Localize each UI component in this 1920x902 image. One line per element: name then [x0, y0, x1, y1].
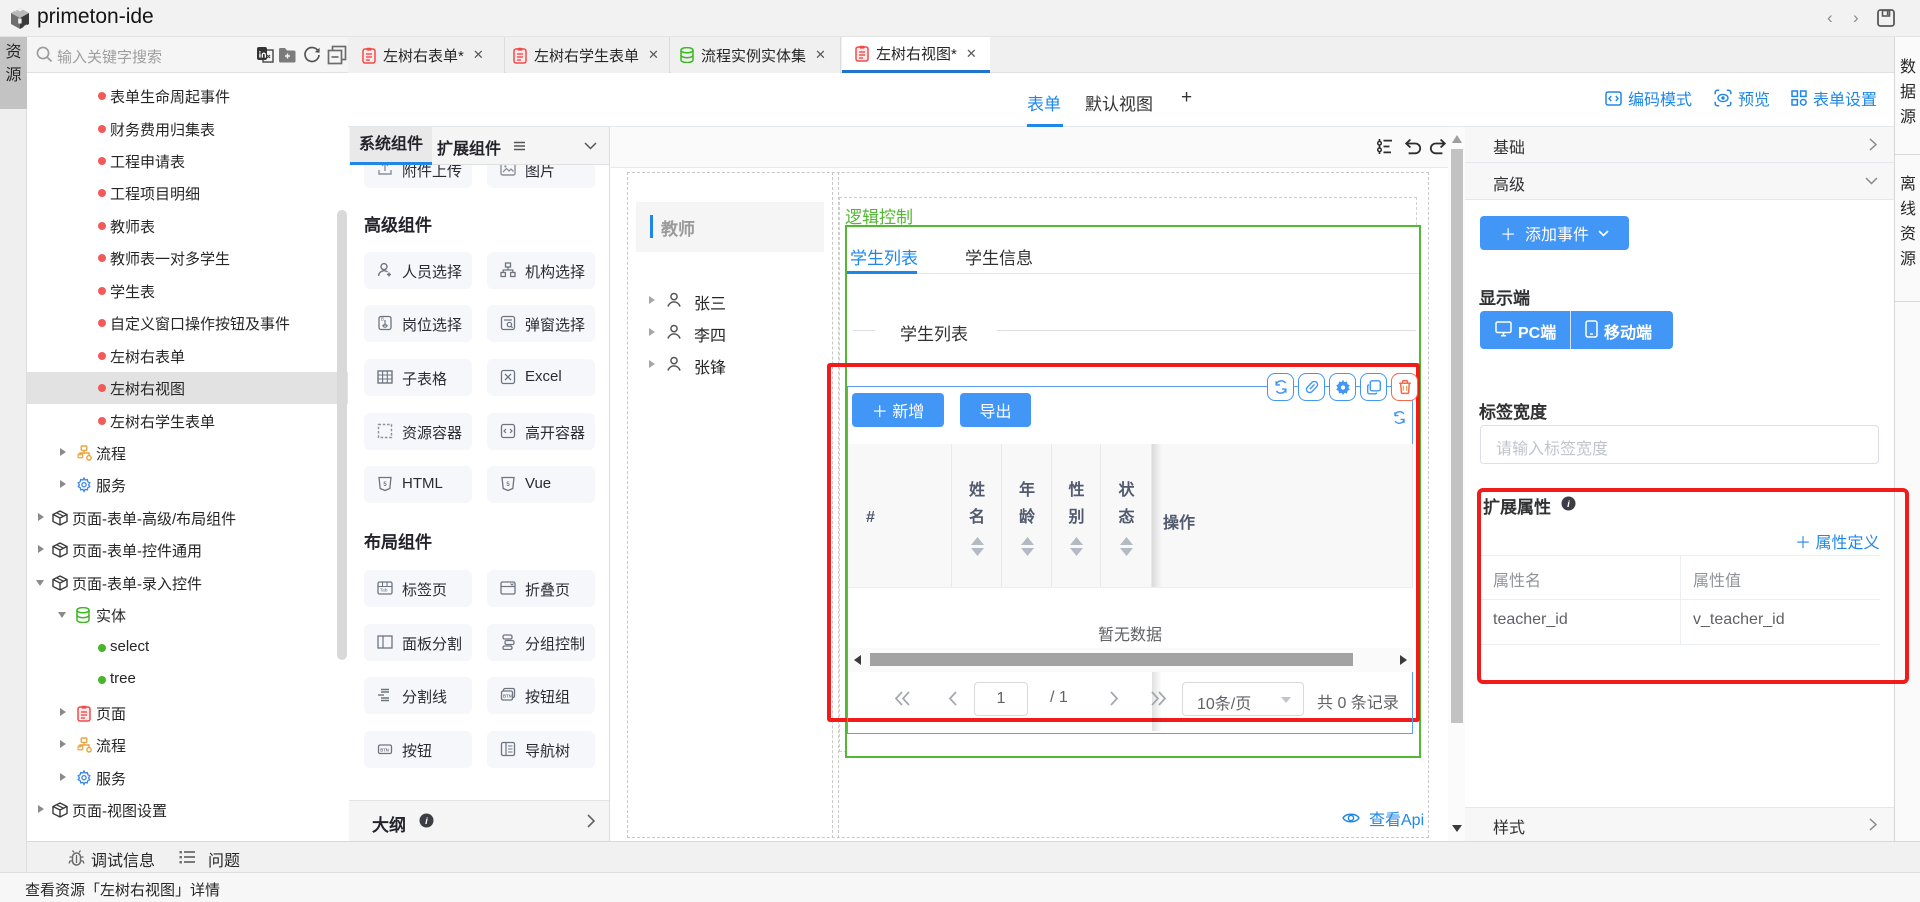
svg-text:i: i	[425, 816, 428, 827]
